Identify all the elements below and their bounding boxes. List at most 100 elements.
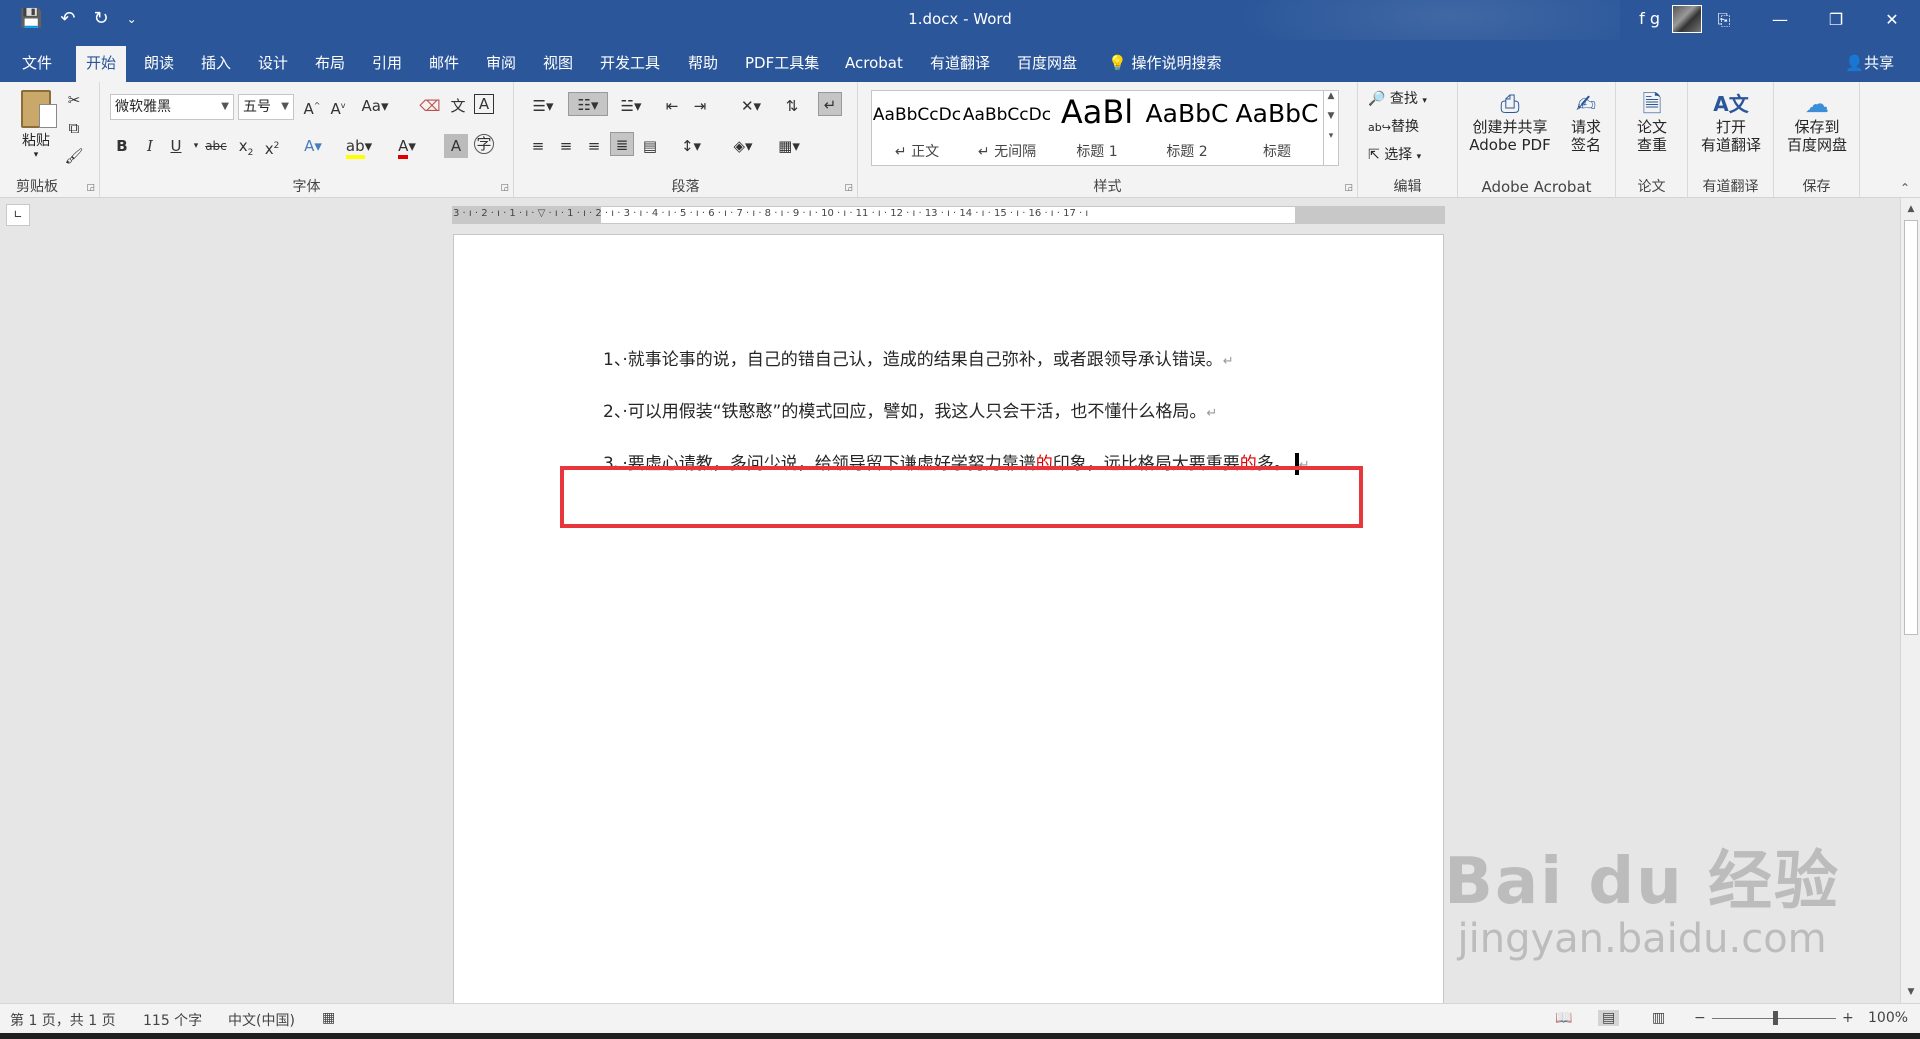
tab-youdao[interactable]: 有道翻译 — [920, 48, 1000, 82]
tab-design[interactable]: 设计 — [248, 48, 298, 82]
macro-recording-icon[interactable]: ▦ — [322, 1010, 335, 1026]
chinese-layout-icon[interactable]: ✕▾ — [734, 94, 768, 118]
web-layout-icon[interactable]: ▥ — [1652, 1010, 1665, 1026]
paper-check-button[interactable]: 🗎 论文 查重 — [1626, 90, 1678, 154]
distributed-icon[interactable]: ▤ — [638, 134, 662, 158]
tab-file[interactable]: 文件 — [12, 48, 62, 82]
subscript-icon[interactable]: x2 — [234, 134, 258, 158]
shrink-font-icon[interactable]: Av — [326, 94, 350, 118]
collapse-ribbon-icon[interactable]: ⌃ — [1900, 181, 1910, 195]
zoom-out-icon[interactable]: − — [1694, 1010, 1706, 1026]
scroll-up-icon[interactable]: ▲ — [1901, 200, 1920, 218]
request-signature-button[interactable]: ✍ 请求 签名 — [1562, 90, 1610, 154]
borders-icon[interactable]: ▦▾ — [772, 134, 806, 158]
paragraph-2[interactable]: 2、·可以用假装“铁憨憨”的模式回应，譬如，我这人只会干活，也不懂什么格局。↵ — [603, 397, 1217, 422]
tab-read-aloud[interactable]: 朗读 — [134, 48, 184, 82]
dialog-launcher-icon[interactable]: ◲ — [844, 183, 853, 193]
style-title[interactable]: AaBbC 标题 — [1232, 91, 1322, 165]
align-center-icon[interactable]: ≡ — [554, 134, 578, 158]
strikethrough-icon[interactable]: abc — [204, 134, 228, 158]
grow-font-icon[interactable]: A^ — [300, 94, 324, 118]
zoom-slider-thumb[interactable] — [1773, 1011, 1778, 1025]
tab-selector[interactable]: ∟ — [6, 204, 30, 226]
minimize-icon[interactable]: — — [1752, 0, 1808, 40]
language-status[interactable]: 中文(中国) — [228, 1010, 295, 1030]
zoom-level[interactable]: 100% — [1868, 1010, 1908, 1026]
close-icon[interactable]: ✕ — [1864, 0, 1920, 40]
show-paragraph-marks-icon[interactable]: ↵ — [818, 92, 842, 116]
text-effects-icon[interactable]: A▾ — [296, 134, 330, 158]
bullets-icon[interactable]: ☰▾ — [526, 94, 560, 118]
numbering-icon[interactable]: ☷▾ — [568, 92, 608, 116]
vertical-scrollbar[interactable]: ▲ ▼ — [1900, 198, 1920, 1003]
replace-button[interactable]: ab↪替换 — [1368, 116, 1419, 136]
style-heading-1[interactable]: AaBl 标题 1 — [1052, 91, 1142, 165]
print-layout-icon[interactable]: ▤ — [1598, 1010, 1620, 1026]
horizontal-ruler[interactable]: 3 · ı · 2 · ı · 1 · ı · ▽ · ı · 1 · ı · … — [452, 206, 1445, 224]
tab-review[interactable]: 审阅 — [476, 48, 526, 82]
enclose-characters-icon[interactable]: 字 — [474, 134, 494, 154]
font-name-select[interactable]: 微软雅黑 ▼ — [110, 94, 234, 120]
tab-insert[interactable]: 插入 — [191, 48, 241, 82]
highlight-color-icon[interactable]: ab▾ — [342, 134, 376, 159]
tab-home[interactable]: 开始 — [76, 46, 127, 82]
decrease-indent-icon[interactable]: ⇤ — [660, 94, 684, 118]
word-count[interactable]: 115 个字 — [143, 1010, 202, 1030]
line-spacing-icon[interactable]: ↕▾ — [674, 134, 708, 158]
sort-icon[interactable]: ⇅ — [780, 94, 804, 118]
align-right-icon[interactable]: ≡ — [582, 134, 606, 158]
scroll-down-icon[interactable]: ▼ — [1901, 983, 1920, 1001]
chevron-up-icon[interactable]: ▲ — [1324, 91, 1338, 101]
font-color-icon[interactable]: A▾ — [390, 134, 424, 159]
bold-icon[interactable]: B — [110, 134, 134, 158]
styles-scroll[interactable]: ▲ ▼ ▾ — [1323, 90, 1339, 166]
tab-pdf-tools[interactable]: PDF工具集 — [735, 48, 829, 82]
style-heading-2[interactable]: AaBbC 标题 2 — [1142, 91, 1232, 165]
cut-icon[interactable]: ✂ — [62, 88, 86, 112]
tab-help[interactable]: 帮助 — [678, 48, 728, 82]
italic-icon[interactable]: I — [138, 134, 162, 158]
increase-indent-icon[interactable]: ⇥ — [688, 94, 712, 118]
tell-me-search[interactable]: 💡 操作说明搜索 — [1108, 52, 1221, 73]
select-button[interactable]: ⇱ 选择 ▾ — [1368, 144, 1421, 164]
align-left-icon[interactable]: ≡ — [526, 134, 550, 158]
tab-references[interactable]: 引用 — [362, 48, 412, 82]
create-pdf-button[interactable]: ⎙ 创建并共享 Adobe PDF — [1464, 90, 1556, 154]
superscript-icon[interactable]: x2 — [260, 134, 284, 158]
format-painter-icon[interactable]: 🖌 — [62, 144, 86, 168]
copy-icon[interactable]: ⧉ — [62, 116, 86, 140]
find-button[interactable]: 🔎 查找 ▾ — [1368, 88, 1427, 108]
ribbon-display-options-icon[interactable]: ⎘ — [1696, 0, 1752, 40]
justify-icon[interactable]: ≣ — [610, 132, 634, 156]
save-to-baidu-button[interactable]: ☁ 保存到 百度网盘 — [1778, 90, 1856, 154]
tab-view[interactable]: 视图 — [533, 48, 583, 82]
tab-acrobat[interactable]: Acrobat — [835, 48, 913, 82]
clear-formatting-icon[interactable]: ⌫ — [418, 94, 442, 118]
style-no-spacing[interactable]: AaBbCcDc ↵ 无间隔 — [962, 91, 1052, 165]
document-page[interactable]: 1、·就事论事的说，自己的错自己认，造成的结果自己弥补，或者跟领导承认错误。↵ … — [453, 234, 1444, 1003]
open-youdao-button[interactable]: A文 打开 有道翻译 — [1692, 90, 1770, 154]
chevron-down-icon[interactable]: ▼ — [1324, 111, 1338, 121]
font-size-select[interactable]: 五号 ▼ — [238, 94, 294, 120]
style-normal[interactable]: AaBbCcDc ↵ 正文 — [872, 91, 962, 165]
dialog-launcher-icon[interactable]: ◲ — [86, 183, 95, 193]
phonetic-guide-icon[interactable]: 文 — [446, 94, 470, 118]
multilevel-list-icon[interactable]: ☱▾ — [614, 94, 648, 118]
more-icon[interactable]: ▾ — [1324, 131, 1338, 141]
character-shading-icon[interactable]: A — [444, 134, 468, 158]
zoom-in-icon[interactable]: + — [1842, 1010, 1854, 1026]
tab-layout[interactable]: 布局 — [305, 48, 355, 82]
user-name[interactable]: f g — [1639, 9, 1660, 28]
tab-mailings[interactable]: 邮件 — [419, 48, 469, 82]
scroll-thumb[interactable] — [1904, 220, 1918, 635]
restore-icon[interactable]: ❐ — [1808, 0, 1864, 40]
shading-icon[interactable]: ◈▾ — [726, 134, 760, 158]
page-count[interactable]: 第 1 页，共 1 页 — [10, 1010, 116, 1030]
tab-developer[interactable]: 开发工具 — [590, 48, 670, 82]
paragraph-1[interactable]: 1、·就事论事的说，自己的错自己认，造成的结果自己弥补，或者跟领导承认错误。↵ — [603, 345, 1234, 370]
paste-button[interactable]: 粘贴 ▾ — [14, 90, 58, 160]
dialog-launcher-icon[interactable]: ◲ — [500, 183, 509, 193]
share-button[interactable]: 👤共享 — [1845, 52, 1894, 73]
tab-baidu-pan[interactable]: 百度网盘 — [1007, 48, 1087, 82]
change-case-icon[interactable]: Aa▾ — [358, 94, 392, 118]
